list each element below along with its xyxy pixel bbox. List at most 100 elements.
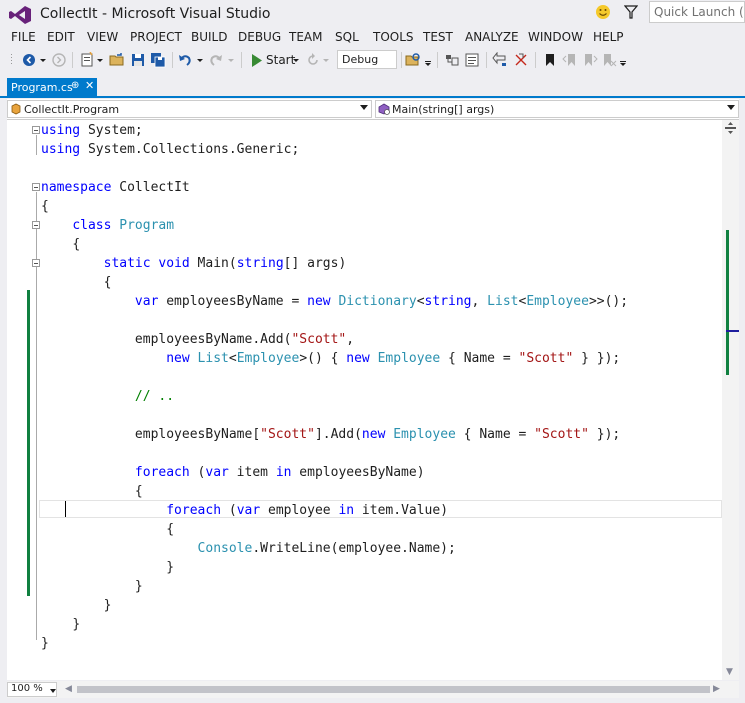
toolbar-separator: [72, 52, 73, 68]
split-editor-icon[interactable]: [725, 122, 736, 134]
code-line: {: [41, 199, 49, 214]
navigate-forward-icon[interactable]: [51, 52, 67, 68]
menu-project[interactable]: PROJECT: [130, 30, 182, 44]
quick-launch-input[interactable]: Quick Launch (Ctrl+Q): [649, 1, 745, 23]
menu-edit[interactable]: EDIT: [47, 30, 75, 44]
refresh-icon[interactable]: [305, 52, 321, 68]
code-line: using System.Collections.Generic;: [41, 142, 300, 157]
scroll-right-arrow-icon[interactable]: ▶: [713, 684, 720, 694]
scroll-down-arrow-icon[interactable]: ▼: [726, 667, 733, 677]
member-scope-dropdown[interactable]: Main(string[] args): [375, 100, 739, 118]
code-line: var employeesByName = new Dictionary<str…: [134, 294, 629, 309]
save-icon[interactable]: [130, 52, 146, 68]
new-project-dropdown-icon[interactable]: [96, 52, 104, 68]
save-all-icon[interactable]: [150, 52, 166, 68]
window-title: CollectIt - Microsoft Visual Studio: [40, 6, 271, 22]
menu-debug[interactable]: DEBUG: [238, 30, 281, 44]
new-project-icon[interactable]: [79, 52, 95, 68]
redo-icon[interactable]: [208, 52, 224, 68]
toolbar-separator: [437, 52, 438, 68]
zoom-select[interactable]: 100 %: [7, 682, 57, 697]
code-line: }: [134, 579, 143, 594]
editor-bottom-bar: 100 % ◀ ▶: [7, 681, 739, 698]
menu-bar: FILE EDIT VIEW PROJECT BUILD DEBUG TEAM …: [0, 28, 745, 48]
menu-sql[interactable]: SQL: [335, 30, 359, 44]
tab-program-cs[interactable]: Program.cs ⊕ ✕: [7, 78, 97, 96]
code-line: }: [103, 598, 112, 613]
menu-team[interactable]: TEAM: [289, 30, 322, 44]
bookmark-icon[interactable]: [542, 52, 558, 68]
method-icon: [378, 103, 390, 115]
properties-icon[interactable]: [464, 52, 480, 68]
title-bar: CollectIt - Microsoft Visual Studio Quic…: [0, 0, 745, 28]
visual-studio-logo-icon: [9, 6, 31, 24]
code-line: new List<Employee>() { new Employee { Na…: [166, 351, 621, 366]
tab-label: Program.cs: [11, 81, 73, 94]
scroll-change-marker: [726, 230, 729, 375]
menu-tools[interactable]: TOOLS: [373, 30, 414, 44]
redo-dropdown-icon[interactable]: [227, 52, 235, 68]
toolbar-grip-icon[interactable]: [10, 52, 14, 68]
code-line: }: [41, 636, 49, 651]
close-icon[interactable]: ✕: [85, 79, 94, 92]
open-file-icon[interactable]: [109, 52, 125, 68]
code-line: namespace CollectIt: [41, 180, 190, 195]
navigation-bar: CollectIt.Program Main(string[] args): [7, 99, 739, 120]
menu-file[interactable]: FILE: [11, 30, 36, 44]
collapse-toggle-icon[interactable]: [32, 183, 40, 191]
find-in-files-icon[interactable]: [405, 52, 421, 68]
step-out-icon[interactable]: [513, 52, 529, 68]
chevron-down-icon: [727, 105, 735, 110]
menu-build[interactable]: BUILD: [191, 30, 227, 44]
type-scope-label: CollectIt.Program: [24, 103, 120, 116]
menu-window[interactable]: WINDOW: [528, 30, 583, 44]
toolbar-separator: [486, 52, 487, 68]
code-line: }: [72, 617, 81, 632]
collapse-toggle-icon[interactable]: [32, 259, 40, 267]
toolbar-overflow-icon[interactable]: [619, 52, 627, 68]
code-line: employeesByName.Add("Scott",: [134, 332, 355, 347]
undo-dropdown-icon[interactable]: [196, 52, 204, 68]
menu-analyze[interactable]: ANALYZE: [465, 30, 519, 44]
code-line: foreach (var employee in item.Value): [166, 503, 449, 518]
back-dropdown-icon[interactable]: [39, 52, 47, 68]
menu-test[interactable]: TEST: [423, 30, 453, 44]
code-line: using System;: [41, 123, 143, 138]
type-scope-dropdown[interactable]: CollectIt.Program: [7, 100, 372, 118]
vertical-scrollbar[interactable]: ▼: [722, 120, 739, 680]
navigate-back-icon[interactable]: [21, 52, 37, 68]
code-line: // ..: [134, 389, 175, 404]
chevron-down-icon: [360, 105, 368, 110]
code-line: }: [166, 560, 175, 575]
solution-configuration-select[interactable]: Debug: [337, 50, 397, 69]
clear-bookmarks-icon[interactable]: [601, 52, 617, 68]
toolbar-separator: [241, 52, 242, 68]
code-line: {: [166, 522, 175, 537]
outline-guide: [36, 135, 37, 155]
next-bookmark-icon[interactable]: [582, 52, 598, 68]
feedback-smiley-icon[interactable]: [595, 4, 611, 20]
undo-icon[interactable]: [177, 52, 193, 68]
step-back-icon[interactable]: [492, 52, 508, 68]
menu-view[interactable]: VIEW: [87, 30, 118, 44]
member-scope-label: Main(string[] args): [392, 103, 495, 116]
notifications-filter-icon[interactable]: [624, 5, 638, 19]
scroll-caret-marker: [726, 330, 739, 332]
collapse-toggle-icon[interactable]: [32, 126, 40, 134]
code-line: {: [134, 484, 143, 499]
pin-icon[interactable]: ⊕: [71, 80, 79, 91]
collapse-toggle-icon[interactable]: [32, 221, 40, 229]
scroll-left-arrow-icon[interactable]: ◀: [65, 684, 72, 694]
menu-help[interactable]: HELP: [593, 30, 624, 44]
show-all-files-icon[interactable]: [444, 52, 460, 68]
document-tab-strip: Program.cs ⊕ ✕: [0, 76, 745, 98]
toolbar-separator: [535, 52, 536, 68]
code-line: class Program: [72, 218, 175, 233]
toolbar-overflow-icon[interactable]: [424, 52, 432, 68]
change-tracking-bar: [27, 290, 30, 596]
previous-bookmark-icon[interactable]: [562, 52, 578, 68]
code-editor[interactable]: using System; using System.Collections.G…: [7, 120, 722, 680]
start-dropdown-icon[interactable]: [292, 52, 300, 68]
refresh-dropdown-icon[interactable]: [322, 52, 330, 68]
horizontal-scroll-thumb[interactable]: [77, 686, 710, 693]
